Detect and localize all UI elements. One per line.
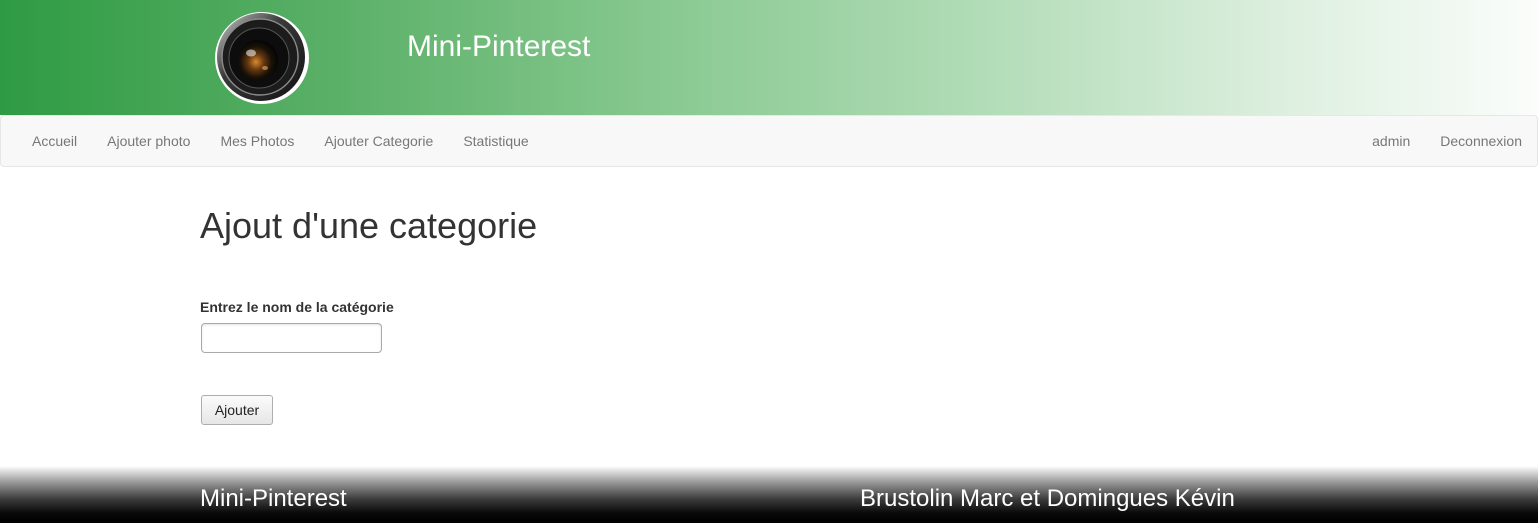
site-header: Mini-Pinterest <box>0 0 1538 115</box>
nav-item-statistique[interactable]: Statistique <box>448 116 543 166</box>
nav-item-user-admin[interactable]: admin <box>1357 116 1425 166</box>
category-name-label: Entrez le nom de la catégorie <box>200 299 394 315</box>
add-category-button[interactable]: Ajouter <box>201 395 273 425</box>
category-name-input[interactable] <box>201 323 382 353</box>
footer-authors: Brustolin Marc et Domingues Kévin <box>860 485 1235 512</box>
footer-site-name: Mini-Pinterest <box>200 485 347 512</box>
page-title: Ajout d'une categorie <box>200 205 538 246</box>
nav-right-group: admin Deconnexion <box>1357 116 1537 166</box>
nav-item-deconnexion[interactable]: Deconnexion <box>1425 116 1537 166</box>
site-footer: Mini-Pinterest Brustolin Marc et Domingu… <box>0 466 1538 523</box>
nav-item-ajouter-photo[interactable]: Ajouter photo <box>92 116 205 166</box>
nav-item-ajouter-categorie[interactable]: Ajouter Categorie <box>309 116 448 166</box>
camera-lens-icon <box>215 12 309 104</box>
nav-left-group: Accueil Ajouter photo Mes Photos Ajouter… <box>17 116 544 166</box>
main-navbar: Accueil Ajouter photo Mes Photos Ajouter… <box>0 115 1538 167</box>
nav-item-accueil[interactable]: Accueil <box>17 116 92 166</box>
site-title: Mini-Pinterest <box>407 30 591 63</box>
nav-item-mes-photos[interactable]: Mes Photos <box>205 116 309 166</box>
